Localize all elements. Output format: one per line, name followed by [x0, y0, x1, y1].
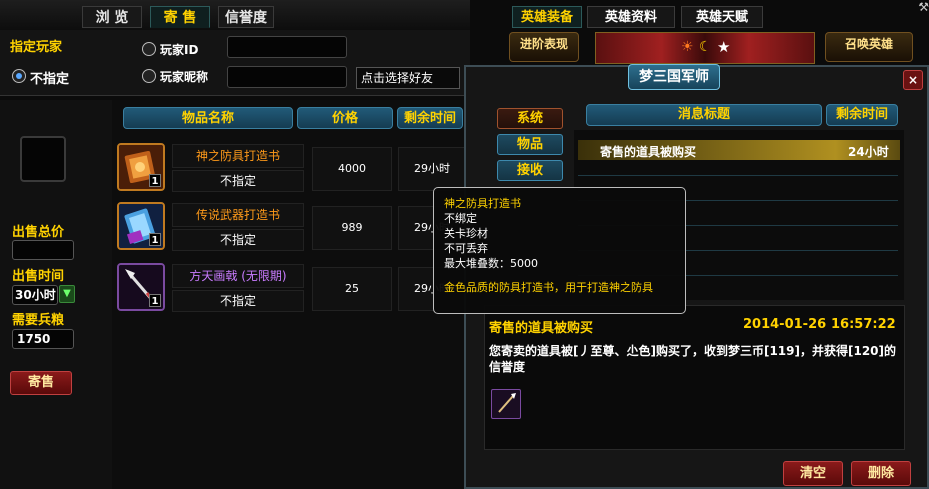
seller-cell: 不指定	[172, 170, 304, 192]
item-count: 1	[149, 294, 161, 307]
food-label: 需要兵粮	[12, 313, 65, 328]
category-received[interactable]: 接收	[497, 160, 563, 181]
detail-subject: 寄售的道具被购买	[489, 321, 594, 336]
moon-icon: ☾	[699, 39, 712, 55]
total-price-input[interactable]	[12, 240, 74, 260]
player-nick-label: 玩家昵称	[160, 70, 209, 84]
item-name-cell: 神之防具打造书	[172, 144, 304, 168]
tooltip-description: 金色品质的防具打造书，用于打造神之防具	[444, 281, 653, 294]
tooltip-line: 最大堆叠数：5000	[444, 257, 538, 270]
halberd-icon[interactable]: 1	[117, 263, 165, 311]
tab-consign[interactable]: 寄 售	[150, 6, 210, 28]
close-button[interactable]: ×	[903, 70, 923, 90]
attachment-halberd-icon[interactable]	[491, 389, 521, 419]
advance-display-button[interactable]: 进阶表现	[509, 32, 579, 62]
category-items[interactable]: 物品	[497, 134, 563, 155]
list-divider	[578, 175, 898, 176]
item-price: 25	[345, 282, 359, 295]
message-subject: 寄售的道具被购买	[600, 145, 697, 159]
delete-button[interactable]: 删除	[851, 461, 911, 486]
item-count: 1	[149, 174, 161, 187]
item-seller: 不指定	[219, 294, 256, 308]
tab-hero-info[interactable]: 英雄资料	[587, 6, 675, 28]
message-row[interactable]: 寄售的道具被购买 24小时	[578, 140, 900, 160]
consign-button[interactable]: 寄售	[10, 371, 72, 395]
sell-item-slot[interactable]	[20, 136, 66, 182]
price-cell: 4000	[312, 147, 392, 191]
not-specified-label: 不指定	[30, 72, 70, 87]
sun-icon: ☀	[681, 39, 694, 55]
sell-time-dropdown-icon[interactable]: ▼	[59, 285, 75, 303]
message-remaining: 24小时	[848, 145, 889, 159]
radio-player-id[interactable]	[142, 42, 156, 56]
category-system[interactable]: 系统	[497, 108, 563, 129]
friend-select[interactable]: 点击选择好友	[356, 67, 460, 89]
item-price: 989	[341, 221, 363, 234]
col-remaining-time: 剩余时间	[397, 107, 463, 129]
armor-book-icon[interactable]: 1	[117, 143, 165, 191]
price-cell: 25	[312, 267, 392, 311]
item-seller: 不指定	[219, 233, 256, 247]
detail-body: 您寄卖的道具被[丿至尊、尐色]购买了，收到梦三币[119]，并获得[120]的信…	[489, 344, 897, 374]
radio-not-specified[interactable]	[12, 69, 26, 83]
mail-dialog-title: 梦三国军师	[628, 64, 720, 90]
seller-cell: 不指定	[172, 229, 304, 251]
total-price-label: 出售总价	[12, 225, 65, 240]
wrench-icon[interactable]: ⚒	[893, 0, 929, 14]
item-name: 方天画戟 (无限期)	[189, 269, 287, 283]
hero-banner: ☀ ☾ ★	[595, 32, 815, 64]
food-value: 1750	[12, 329, 74, 349]
message-detail: 寄售的道具被购买 2014-01-26 16:57:22 您寄卖的道具被[丿至尊…	[484, 305, 905, 450]
tab-hero-talent[interactable]: 英雄天赋	[681, 6, 763, 28]
item-tooltip: 神之防具打造书 不绑定 关卡珍材 不可丢弃 最大堆叠数：5000 金色品质的防具…	[433, 187, 686, 314]
sell-time-select[interactable]: 30小时	[12, 285, 58, 305]
item-name: 传说武器打造书	[195, 208, 280, 222]
tab-hero-equipment[interactable]: 英雄装备	[512, 6, 582, 28]
item-name-cell: 方天画戟 (无限期)	[172, 264, 304, 288]
col-item-name: 物品名称	[123, 107, 293, 129]
player-id-label: 玩家ID	[160, 43, 199, 57]
item-count: 1	[149, 233, 161, 246]
seller-cell: 不指定	[172, 290, 304, 312]
star-icon: ★	[717, 38, 731, 56]
item-time: 29小时	[414, 162, 450, 175]
col-price: 价格	[297, 107, 393, 129]
item-name: 神之防具打造书	[195, 149, 280, 163]
detail-time: 16:57:22	[831, 317, 896, 332]
price-cell: 989	[312, 206, 392, 250]
time-cell: 29小时	[398, 147, 466, 191]
item-price: 4000	[338, 162, 366, 175]
tooltip-line: 关卡珍材	[444, 227, 488, 240]
col-message-subject: 消息标题	[586, 104, 822, 126]
tab-reputation[interactable]: 信誉度	[218, 6, 274, 28]
detail-date: 2014-01-26	[743, 317, 827, 332]
tab-browse[interactable]: 浏 览	[82, 6, 142, 28]
clear-button[interactable]: 清空	[783, 461, 843, 486]
tooltip-line: 不绑定	[444, 212, 477, 225]
weapon-book-icon[interactable]: 1	[117, 202, 165, 250]
radio-player-nick[interactable]	[142, 69, 156, 83]
tooltip-item-name: 神之防具打造书	[444, 197, 521, 210]
tooltip-line: 不可丢弃	[444, 242, 488, 255]
summon-hero-button[interactable]: 召唤英雄	[825, 32, 913, 62]
hero-tab-bar: 英雄装备 英雄资料 英雄天赋 进阶表现 ☀ ☾ ★ 召唤英雄	[495, 0, 929, 66]
col-message-remaining: 剩余时间	[826, 104, 898, 126]
item-seller: 不指定	[219, 174, 256, 188]
sell-time-label: 出售时间	[12, 269, 65, 284]
player-id-input[interactable]	[227, 36, 347, 58]
filter-title: 指定玩家	[10, 40, 63, 55]
item-name-cell: 传说武器打造书	[172, 203, 304, 227]
market-tab-bar: 浏 览 寄 售 信誉度	[0, 0, 470, 30]
player-nick-input[interactable]	[227, 66, 347, 88]
